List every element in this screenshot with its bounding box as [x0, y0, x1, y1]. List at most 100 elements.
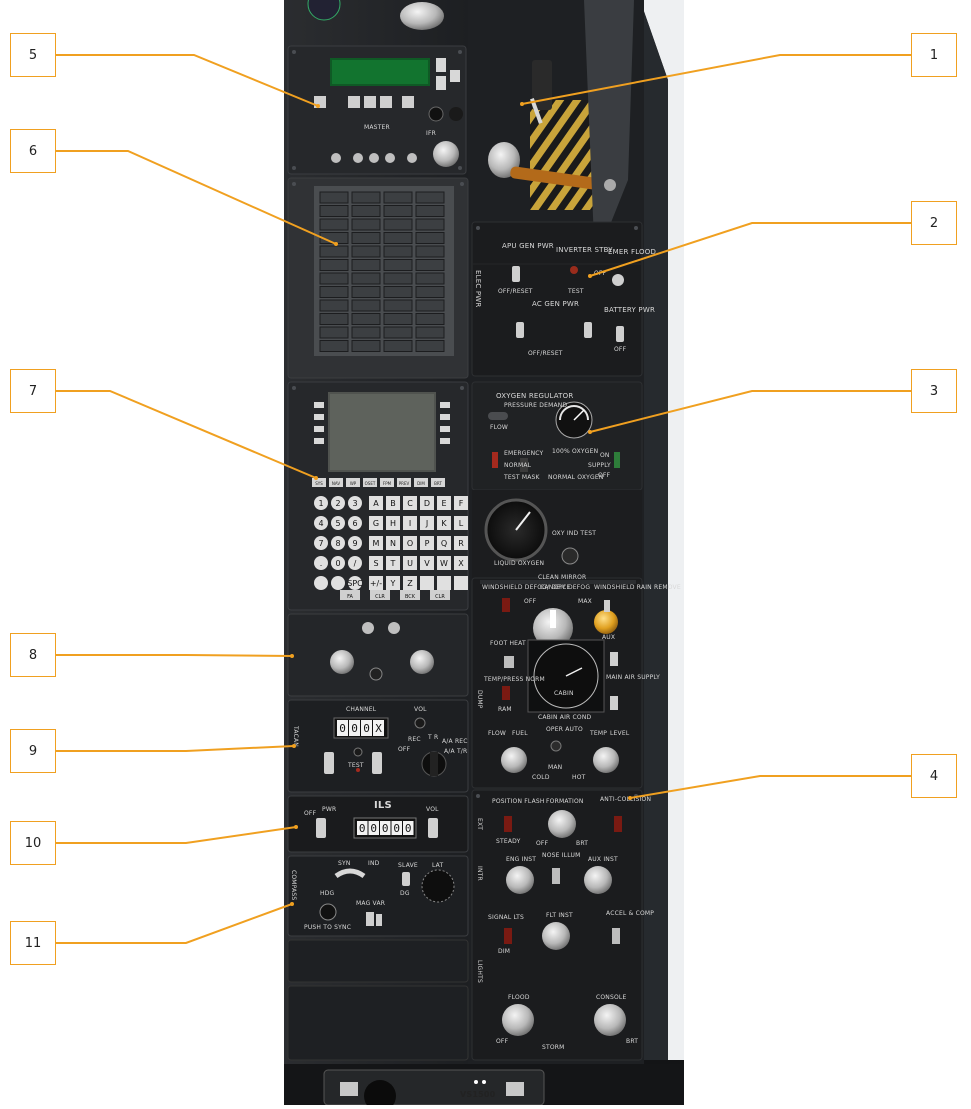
oxygen-liquid-label: LIQUID OXYGEN — [494, 560, 545, 567]
oxygen-supply-label: SUPPLY — [588, 462, 611, 469]
cdu-key[interactable] — [314, 576, 328, 590]
cdu-key[interactable] — [454, 576, 468, 590]
callout-8: 8 — [10, 633, 56, 677]
ils-frequency-digits: 00000 — [357, 821, 414, 835]
cdu-key-label: B — [390, 499, 396, 508]
cdu-key-label: 2 — [335, 499, 340, 508]
cdu-key-label: T — [390, 559, 396, 568]
tacan-test-label: TEST — [348, 762, 364, 769]
caution-light-cell — [351, 340, 381, 352]
caution-light-cell — [383, 272, 413, 285]
cdu-bottom-key-label: BCK — [405, 594, 416, 600]
cdu-key-label: 8 — [335, 539, 340, 548]
caution-light-cell — [351, 299, 381, 312]
elec-side-label: ELEC PWR — [474, 270, 482, 308]
oxygen-flow-label: FLOW — [490, 424, 509, 431]
intr-aux-inst-label: AUX INST — [588, 856, 618, 863]
ils-digit: 0 — [405, 822, 412, 835]
leader-line-10 — [56, 826, 297, 844]
oxygen-off-label: OFF — [598, 472, 611, 479]
tacan-aarec-label: A/A REC — [442, 738, 468, 745]
elec-inverter-test-label: TEST — [568, 288, 584, 295]
cdu-function-key-label: BRT — [434, 481, 442, 486]
callout-7: 7 — [10, 369, 56, 413]
caution-light-cell — [415, 340, 445, 352]
oxygen-subtitle: PRESSURE DEMAND — [504, 402, 568, 409]
env-clean-mirror-label: CLEAN MIRROR — [538, 574, 587, 581]
caution-light-cell — [383, 245, 413, 258]
cdu-key-label: K — [441, 519, 447, 528]
elec-ac-gen-label: AC GEN PWR — [532, 300, 580, 308]
elec-inverter-off-label: OFF — [594, 270, 607, 277]
cdu-function-key-label: FPM — [383, 481, 392, 486]
cdu-key-label: 3 — [352, 499, 357, 508]
caution-light-cell — [383, 232, 413, 244]
cdu-bottom-key-label: CLR — [435, 594, 445, 600]
intr-side-label: INTR — [476, 866, 483, 881]
cdu-bottom-key-label: FA — [347, 594, 353, 600]
caution-light-cell — [415, 272, 445, 285]
cdu-key-label: Z — [407, 579, 413, 588]
intr-dim-label: DIM — [498, 948, 511, 955]
ext-off-label: OFF — [536, 840, 549, 847]
env-main-air-label: MAIN AIR SUPPLY — [606, 674, 661, 681]
intr-lights-label: LIGHTS — [476, 960, 483, 983]
intr-flt-inst-label: FLT INST — [546, 912, 573, 919]
cdu-key-label: C — [407, 499, 413, 508]
cockpit-console: SYS NAV WP OSET FPM PREV DIM BRT 123ABCDEF456GH… — [284, 0, 684, 1109]
env-level-label: LEVEL — [610, 730, 630, 737]
caution-light-cell — [319, 259, 349, 271]
caution-light-cell — [351, 313, 381, 325]
cdu-key-label: V — [424, 559, 430, 568]
cdu-key-label: E — [441, 499, 446, 508]
intr-flood-label: FLOOD — [508, 994, 530, 1001]
cdu-key-label: 1 — [318, 499, 323, 508]
cdu-key-label: +/- — [370, 579, 382, 588]
env-temp-label: TEMP — [590, 730, 608, 737]
ext-formation-label: FORMATION — [546, 798, 584, 805]
ils-pwr-label: PWR — [322, 806, 337, 813]
ext-position-flash-label: POSITION FLASH — [492, 798, 545, 805]
oxygen-title: OXYGEN REGULATOR — [496, 392, 574, 400]
caution-light-cell — [319, 232, 349, 244]
caution-light-cell — [319, 326, 349, 339]
ext-brt-label: BRT — [576, 840, 589, 847]
leader-line-9 — [56, 745, 295, 752]
cdu-key-label: R — [458, 539, 464, 548]
env-cabin-air-label: CABIN AIR COND — [538, 714, 592, 721]
intr-off-label: OFF — [496, 1038, 509, 1045]
cdu-key[interactable] — [437, 576, 451, 590]
caution-light-cell — [383, 340, 413, 352]
oxygen-on-label: ON — [600, 452, 610, 459]
ils-title: ILS — [374, 800, 392, 811]
cdu-key-label: X — [458, 559, 464, 568]
tacan-channel-label: CHANNEL — [346, 706, 377, 713]
compass-mag-var-label: MAG VAR — [356, 900, 386, 907]
caution-light-cell — [319, 340, 349, 352]
console-graphic: SYS NAV WP OSET FPM PREV DIM BRT 1 2 3 A B C D E F4 5 6 G H… — [284, 0, 684, 1109]
env-off-label: OFF — [524, 598, 537, 605]
cdu-key-label: 9 — [352, 539, 357, 548]
caution-light-cell — [351, 286, 381, 298]
env-ram-label: RAM — [498, 706, 512, 713]
caution-light-cell — [383, 205, 413, 217]
cdu-key-label: I — [409, 519, 411, 528]
oxygen-normal-oxygen-label: NORMAL OXYGEN — [548, 474, 604, 481]
tacan-rec-label: REC — [408, 736, 421, 743]
cdu-key[interactable] — [420, 576, 434, 590]
cdu-key-label: L — [459, 519, 464, 528]
vs1500-label: VS1500 — [460, 1090, 496, 1099]
env-max-label: MAX — [578, 598, 592, 605]
callout-1: 1 — [911, 33, 957, 77]
caution-light-cell — [415, 313, 445, 325]
cdu-function-key-label: NAV — [332, 481, 340, 486]
compass-side-label: COMPASS — [290, 870, 297, 901]
env-canopy-defog-label: CANOPY DEFOG — [540, 584, 591, 591]
caution-light-cell — [319, 299, 349, 312]
cdu-key[interactable] — [331, 576, 345, 590]
cdu-function-key-label: WP — [350, 481, 357, 486]
compass-slave-label: SLAVE — [398, 862, 418, 869]
caution-light-cell — [415, 205, 445, 217]
oxygen-100-label: 100% OXYGEN — [552, 448, 599, 455]
caution-light-cell — [415, 232, 445, 244]
